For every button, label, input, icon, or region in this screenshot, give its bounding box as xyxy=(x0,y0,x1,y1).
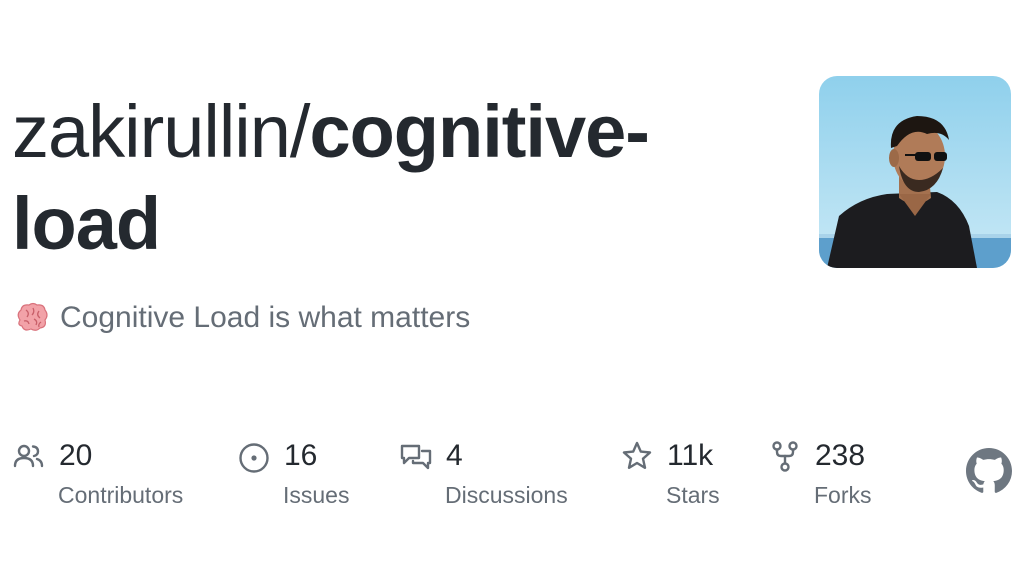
repo-separator: / xyxy=(289,90,311,173)
stat-contributors[interactable]: 20 Contributors xyxy=(12,436,183,509)
discussions-label: Discussions xyxy=(445,482,568,508)
people-icon xyxy=(12,439,46,473)
issue-opened-icon xyxy=(237,439,271,473)
stat-issues[interactable]: 16 Issues xyxy=(237,436,349,509)
owner-avatar[interactable] xyxy=(819,76,1011,268)
stars-count: 11k xyxy=(667,439,714,472)
repo-forked-icon xyxy=(768,439,802,473)
stat-discussions[interactable]: 4 Discussions xyxy=(399,436,568,509)
comment-discussion-icon xyxy=(399,439,433,473)
issues-label: Issues xyxy=(283,482,350,508)
contributors-count: 20 xyxy=(59,439,93,472)
forks-count: 238 xyxy=(815,439,866,472)
brain-icon xyxy=(14,300,50,336)
stat-stars[interactable]: 11k Stars xyxy=(620,436,720,509)
repo-title: zakirullin/cognitive-load xyxy=(12,86,792,270)
forks-label: Forks xyxy=(814,482,872,508)
github-mark-icon[interactable] xyxy=(966,448,1012,494)
issues-count: 16 xyxy=(284,439,318,472)
stat-forks[interactable]: 238 Forks xyxy=(768,436,872,509)
star-icon xyxy=(620,439,654,473)
repo-name[interactable]: cognitive- xyxy=(309,90,649,173)
stars-label: Stars xyxy=(666,482,720,508)
repo-description: Cognitive Load is what matters xyxy=(14,298,470,338)
description-text: Cognitive Load is what matters xyxy=(60,301,471,334)
repo-owner[interactable]: zakirullin xyxy=(12,90,291,173)
contributors-label: Contributors xyxy=(58,482,184,508)
discussions-count: 4 xyxy=(446,439,463,472)
repo-name-continued[interactable]: load xyxy=(12,182,161,265)
